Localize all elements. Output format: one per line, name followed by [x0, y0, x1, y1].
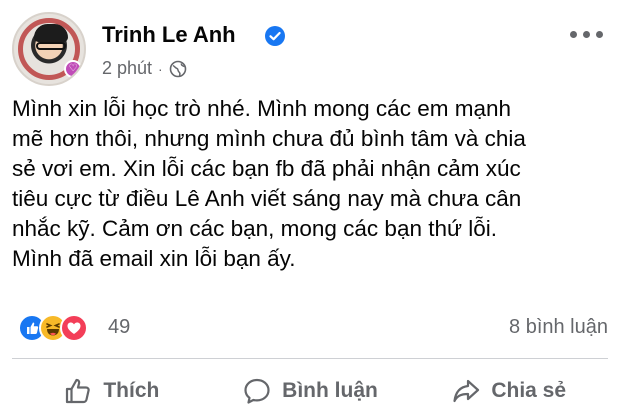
avatar-hair — [34, 24, 68, 42]
post-stats: 49 8 bình luận — [12, 312, 608, 344]
share-label: Chia sẻ — [491, 379, 567, 402]
comment-label: Bình luận — [282, 379, 378, 402]
avatar-badge-icon: ♡ — [64, 60, 82, 78]
share-arrow-icon — [453, 379, 480, 403]
post-timestamp[interactable]: 2 phút — [102, 58, 152, 79]
like-label: Thích — [103, 379, 160, 402]
meta-separator: · — [158, 60, 163, 77]
thumbs-up-icon — [66, 378, 91, 404]
more-options-button[interactable] — [570, 28, 604, 40]
reaction-count[interactable]: 49 — [108, 316, 130, 339]
message-line: tiêu cực từ điều Lê Anh viết sáng nay mà… — [12, 186, 522, 211]
facebook-post: ♡ Trinh Le Anh 2 phút · Mình xin lỗi học… — [0, 0, 620, 418]
avatar-glasses — [36, 42, 66, 50]
actions-divider — [12, 358, 608, 359]
reaction-summary[interactable] — [18, 314, 88, 342]
post-meta: 2 phút · — [102, 58, 187, 79]
message-line: mẽ hơn thôi, nhưng mình chưa đủ bình tâm… — [12, 126, 526, 151]
message-line: sẻ vơi em. Xin lỗi các bạn fb đã phải nh… — [12, 156, 521, 181]
more-dot-icon — [570, 30, 577, 38]
love-icon — [60, 314, 88, 342]
author-avatar[interactable]: ♡ — [12, 12, 86, 86]
comment-button[interactable]: Bình luận — [211, 366, 410, 416]
like-button[interactable]: Thích — [12, 366, 211, 416]
author-name[interactable]: Trinh Le Anh — [102, 22, 236, 48]
message-line: nhắc kỹ. Cảm ơn các bạn, mong các bạn th… — [12, 216, 498, 241]
comment-bubble-icon — [244, 378, 270, 404]
comment-count[interactable]: 8 bình luận — [509, 316, 608, 339]
message-line: Mình xin lỗi học trò nhé. Mình mong các … — [12, 96, 511, 121]
more-dot-icon — [596, 30, 603, 38]
share-button[interactable]: Chia sẻ — [409, 366, 608, 416]
post-message: Mình xin lỗi học trò nhé. Mình mong các … — [12, 94, 608, 274]
globe-icon[interactable] — [169, 60, 187, 78]
post-actions: Thích Bình luận Chia sẻ — [12, 366, 608, 416]
verified-badge-icon — [265, 26, 285, 46]
message-line: Mình đã email xin lỗi bạn ấy. — [12, 246, 296, 271]
more-dot-icon — [583, 30, 590, 38]
post-header: ♡ Trinh Le Anh 2 phút · — [12, 12, 608, 88]
